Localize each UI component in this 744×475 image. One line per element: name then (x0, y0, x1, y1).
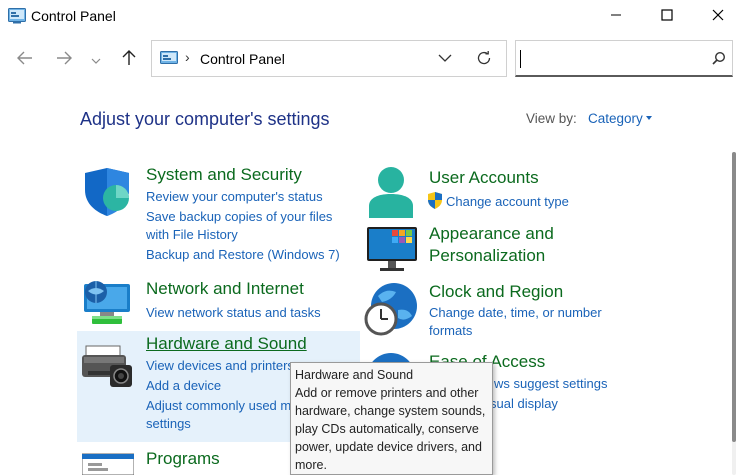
minimize-button[interactable] (590, 0, 642, 34)
programs-icon (81, 452, 135, 475)
category-programs[interactable]: Programs (146, 449, 220, 469)
link-network-status[interactable]: View network status and tasks (146, 305, 321, 320)
breadcrumb-separator: › (185, 49, 190, 65)
category-hardware-sound[interactable]: Hardware and Sound (146, 334, 307, 354)
uac-shield-icon (427, 192, 443, 214)
search-icon[interactable] (712, 51, 726, 70)
link-suggest-settings[interactable]: ws suggest settings (494, 376, 607, 391)
shield-icon (82, 168, 132, 221)
tooltip-line: power, update device drivers, and (295, 440, 482, 454)
breadcrumb-control-panel[interactable]: Control Panel (200, 51, 285, 67)
link-adjust-settings-cont[interactable]: settings (146, 416, 191, 431)
view-by-caret-icon[interactable] (646, 116, 652, 120)
maximize-button[interactable] (641, 0, 693, 34)
close-button[interactable] (692, 0, 744, 34)
category-appearance[interactable]: Appearance and (429, 224, 554, 244)
clock-globe-icon (364, 282, 418, 341)
address-bar[interactable]: › Control Panel (151, 40, 507, 77)
control-panel-icon (160, 51, 178, 66)
link-add-device[interactable]: Add a device (146, 378, 221, 393)
dropdown-chevron-icon[interactable] (438, 51, 452, 70)
forward-button[interactable] (52, 48, 76, 72)
maximize-icon (661, 8, 673, 26)
minimize-icon (610, 8, 622, 26)
category-clock-region[interactable]: Clock and Region (429, 282, 563, 302)
forward-arrow-icon (56, 51, 72, 70)
up-button[interactable] (117, 48, 141, 72)
search-input[interactable] (515, 40, 733, 77)
tooltip-line: Add or remove printers and other (295, 386, 479, 400)
link-formats[interactable]: formats (429, 323, 472, 338)
recent-chevron-icon (91, 51, 101, 69)
view-by-label: View by: (526, 111, 577, 126)
category-network-internet[interactable]: Network and Internet (146, 279, 304, 299)
scrollbar-thumb[interactable] (732, 152, 736, 442)
link-change-account-type[interactable]: Change account type (446, 194, 569, 209)
tooltip-line: play CDs automatically, conserve (295, 422, 479, 436)
link-review-status[interactable]: Review your computer's status (146, 189, 323, 204)
category-system-security[interactable]: System and Security (146, 165, 302, 185)
link-adjust-settings[interactable]: Adjust commonly used m (146, 398, 291, 413)
back-arrow-icon (17, 51, 33, 70)
monitor-icon (366, 226, 418, 277)
printer-icon (82, 345, 134, 394)
network-icon (82, 278, 132, 331)
hardware-tooltip: Hardware and Sound Add or remove printer… (290, 362, 493, 475)
category-personalization[interactable]: Personalization (429, 246, 545, 266)
page-heading: Adjust your computer's settings (80, 109, 330, 129)
title-bar: Control Panel (0, 0, 744, 34)
link-visual-display[interactable]: sual display (490, 396, 558, 411)
text-caret (520, 50, 521, 68)
close-icon (712, 8, 724, 26)
link-backup-restore[interactable]: Backup and Restore (Windows 7) (146, 247, 340, 262)
refresh-icon[interactable] (476, 50, 492, 71)
user-icon (366, 166, 416, 223)
link-save-backup[interactable]: Save backup copies of your files (146, 209, 332, 224)
view-by-dropdown[interactable]: Category (588, 111, 643, 126)
up-arrow-icon (122, 49, 136, 71)
link-file-history[interactable]: with File History (146, 227, 238, 242)
tooltip-line: hardware, change system sounds, (295, 404, 486, 418)
tooltip-line: more. (295, 458, 327, 472)
link-view-devices[interactable]: View devices and printers (146, 358, 294, 373)
link-change-date-time[interactable]: Change date, time, or number (429, 305, 602, 320)
window-title: Control Panel (31, 8, 116, 24)
vertical-scrollbar[interactable] (730, 152, 738, 475)
tooltip-title: Hardware and Sound (295, 368, 414, 382)
back-button[interactable] (13, 48, 37, 72)
recent-locations-button[interactable] (84, 48, 108, 72)
category-user-accounts[interactable]: User Accounts (429, 168, 539, 188)
control-panel-icon (8, 8, 26, 24)
